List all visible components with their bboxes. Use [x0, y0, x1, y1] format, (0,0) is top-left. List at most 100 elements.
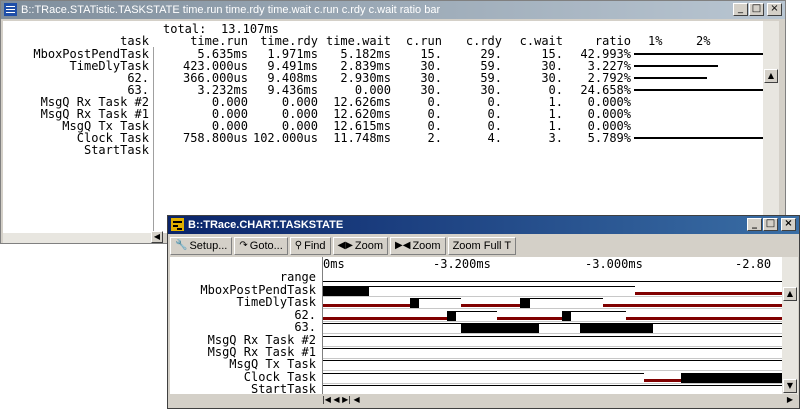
- ratio-bar: [634, 137, 763, 139]
- range-label: range: [279, 270, 316, 284]
- chart-task-label: TimeDlyTask: [236, 295, 316, 310]
- state-segment-run: [681, 372, 782, 383]
- goto-icon: ↷: [239, 240, 248, 251]
- time-tick-label: -2.80: [735, 257, 772, 271]
- state-segment-run: [323, 286, 369, 296]
- time-tick-label: 0ms: [323, 257, 345, 271]
- chart-vertical-scrollbar[interactable]: ▲ ▼: [782, 257, 798, 395]
- column-header: time.run: [190, 34, 248, 48]
- state-segment-wait: [497, 316, 562, 320]
- chart-task-label: MsgQ Tx Task: [229, 357, 316, 372]
- table-cell: 3.: [548, 131, 563, 145]
- time-axis: [323, 281, 782, 282]
- statistic-vertical-scrollbar[interactable]: ▲: [763, 21, 779, 233]
- state-segment-ready: [456, 310, 498, 312]
- chart-task-labels: range MboxPostPendTask TimeDlyTask 62. 63. M…: [170, 257, 323, 395]
- zoom-out-arrows-icon: ▶◀: [395, 240, 411, 251]
- column-header: c.run: [405, 34, 442, 48]
- goto-button[interactable]: ↷ Goto...: [234, 237, 288, 255]
- chart-task-label: 63.: [294, 320, 316, 335]
- find-button[interactable]: ⚲ Find: [289, 237, 331, 255]
- maximize-button[interactable]: □: [749, 3, 764, 16]
- statistic-title: B::TRace.STATistic.TASKSTATE time.run ti…: [21, 4, 441, 16]
- statistic-horizontal-scrollbar[interactable]: ◀: [3, 231, 163, 243]
- state-segment-wait: [460, 304, 521, 308]
- state-segment-ready: [653, 323, 782, 325]
- close-button[interactable]: ×: [767, 3, 782, 16]
- state-segment-ready: [323, 348, 782, 349]
- close-button[interactable]: ×: [781, 218, 796, 231]
- state-segment-wait: [644, 378, 682, 382]
- state-segment-run: [410, 298, 420, 309]
- table-cell: 11.748ms: [333, 131, 391, 145]
- table-cell: 758.800us: [182, 131, 248, 145]
- column-header: c.wait: [519, 34, 563, 48]
- state-segment-wait: [323, 304, 411, 308]
- column-header: 2%: [696, 34, 711, 48]
- maximize-button[interactable]: □: [763, 218, 778, 231]
- task-name: StartTask: [83, 143, 149, 157]
- chart-task-label: MsgQ Rx Task #1: [207, 345, 316, 359]
- wrench-icon: 🔧: [175, 240, 188, 251]
- track-row: [323, 370, 782, 372]
- track-row: [323, 320, 782, 322]
- time-tick-label: -3.000ms: [585, 257, 643, 271]
- chart-task-label: MsgQ Rx Task #2: [207, 332, 316, 347]
- chart-toolbar: 🔧 Setup... ↷ Goto... ⚲ Find ◀▶ Zoom ▶◀ Zoom Z…: [170, 236, 797, 256]
- minimize-button[interactable]: _: [747, 218, 762, 231]
- statistic-table: total: 13.107ms task time.run time.rdy time…: [3, 21, 763, 233]
- state-segment-ready: [529, 298, 603, 300]
- ratio-bar: [634, 89, 763, 91]
- minimize-button[interactable]: _: [733, 3, 748, 16]
- table-cell: 2.: [427, 131, 442, 145]
- chart-horizontal-scrollbar[interactable]: |◀ ◀ ▶| ◀ ▶: [170, 394, 797, 406]
- scroll-up-arrow-icon[interactable]: ▲: [783, 287, 797, 301]
- track-row: [323, 358, 782, 359]
- chart-task-label: 62.: [294, 307, 316, 322]
- track-row: [323, 345, 782, 347]
- scroll-left-arrow-icon[interactable]: ◀: [151, 231, 163, 243]
- state-segment-run: [561, 310, 571, 321]
- setup-button[interactable]: 🔧 Setup...: [170, 237, 233, 255]
- track-row: [323, 382, 782, 384]
- state-segment-ready: [323, 372, 645, 374]
- chart-plot-area[interactable]: 0ms -3.200ms -3.000ms -2.80: [323, 257, 782, 395]
- column-header: ratio: [594, 34, 631, 48]
- state-segment-wait: [635, 292, 782, 295]
- state-segment-run: [580, 323, 654, 334]
- table-icon: [4, 3, 17, 16]
- scroll-right-arrow-icon[interactable]: ▶: [787, 394, 793, 406]
- state-segment-run: [460, 323, 539, 334]
- column-header: time.rdy: [260, 34, 318, 48]
- table-cell: 102.000us: [252, 131, 318, 145]
- scroll-down-arrow-icon[interactable]: ▼: [783, 379, 797, 393]
- ratio-bar: [634, 77, 707, 79]
- column-header: 1%: [648, 34, 663, 48]
- state-segment-ready: [323, 360, 782, 362]
- zoom-in-button[interactable]: ◀▶ Zoom: [332, 237, 389, 255]
- state-segment-wait: [323, 316, 447, 320]
- statistic-title-bar[interactable]: B::TRace.STATistic.TASKSTATE time.run ti…: [1, 1, 785, 19]
- state-segment-ready: [538, 323, 581, 325]
- state-segment-ready: [323, 385, 782, 387]
- zoom-out-button[interactable]: ▶◀ Zoom: [390, 237, 446, 255]
- state-segment-run: [520, 298, 530, 309]
- column-header: c.rdy: [465, 34, 502, 48]
- state-segment-run: [446, 310, 457, 321]
- chart-task-label: MboxPostPendTask: [200, 283, 316, 297]
- zoom-full-button[interactable]: Zoom Full T: [447, 237, 517, 255]
- zoom-in-arrows-icon: ◀▶: [337, 240, 353, 251]
- task-state-chart: range MboxPostPendTask TimeDlyTask 62. 63. M…: [170, 257, 782, 395]
- statistic-window: B::TRace.STATistic.TASKSTATE time.run ti…: [0, 0, 786, 244]
- track-row: [323, 308, 782, 310]
- chart-title-bar[interactable]: B::TRace.CHART.TASKSTATE _ □ ×: [168, 216, 799, 234]
- scroll-up-arrow-icon[interactable]: ▲: [764, 69, 778, 83]
- track-row: [323, 333, 782, 335]
- scroll-navigation-icon[interactable]: |◀ ◀ ▶| ◀: [322, 394, 360, 406]
- state-segment-wait: [602, 304, 782, 308]
- table-cell: 5.789%: [587, 131, 631, 145]
- state-segment-ready: [368, 286, 636, 287]
- state-segment-wait: [625, 316, 782, 320]
- chart-icon: [171, 218, 184, 231]
- state-segment-ready: [323, 335, 782, 337]
